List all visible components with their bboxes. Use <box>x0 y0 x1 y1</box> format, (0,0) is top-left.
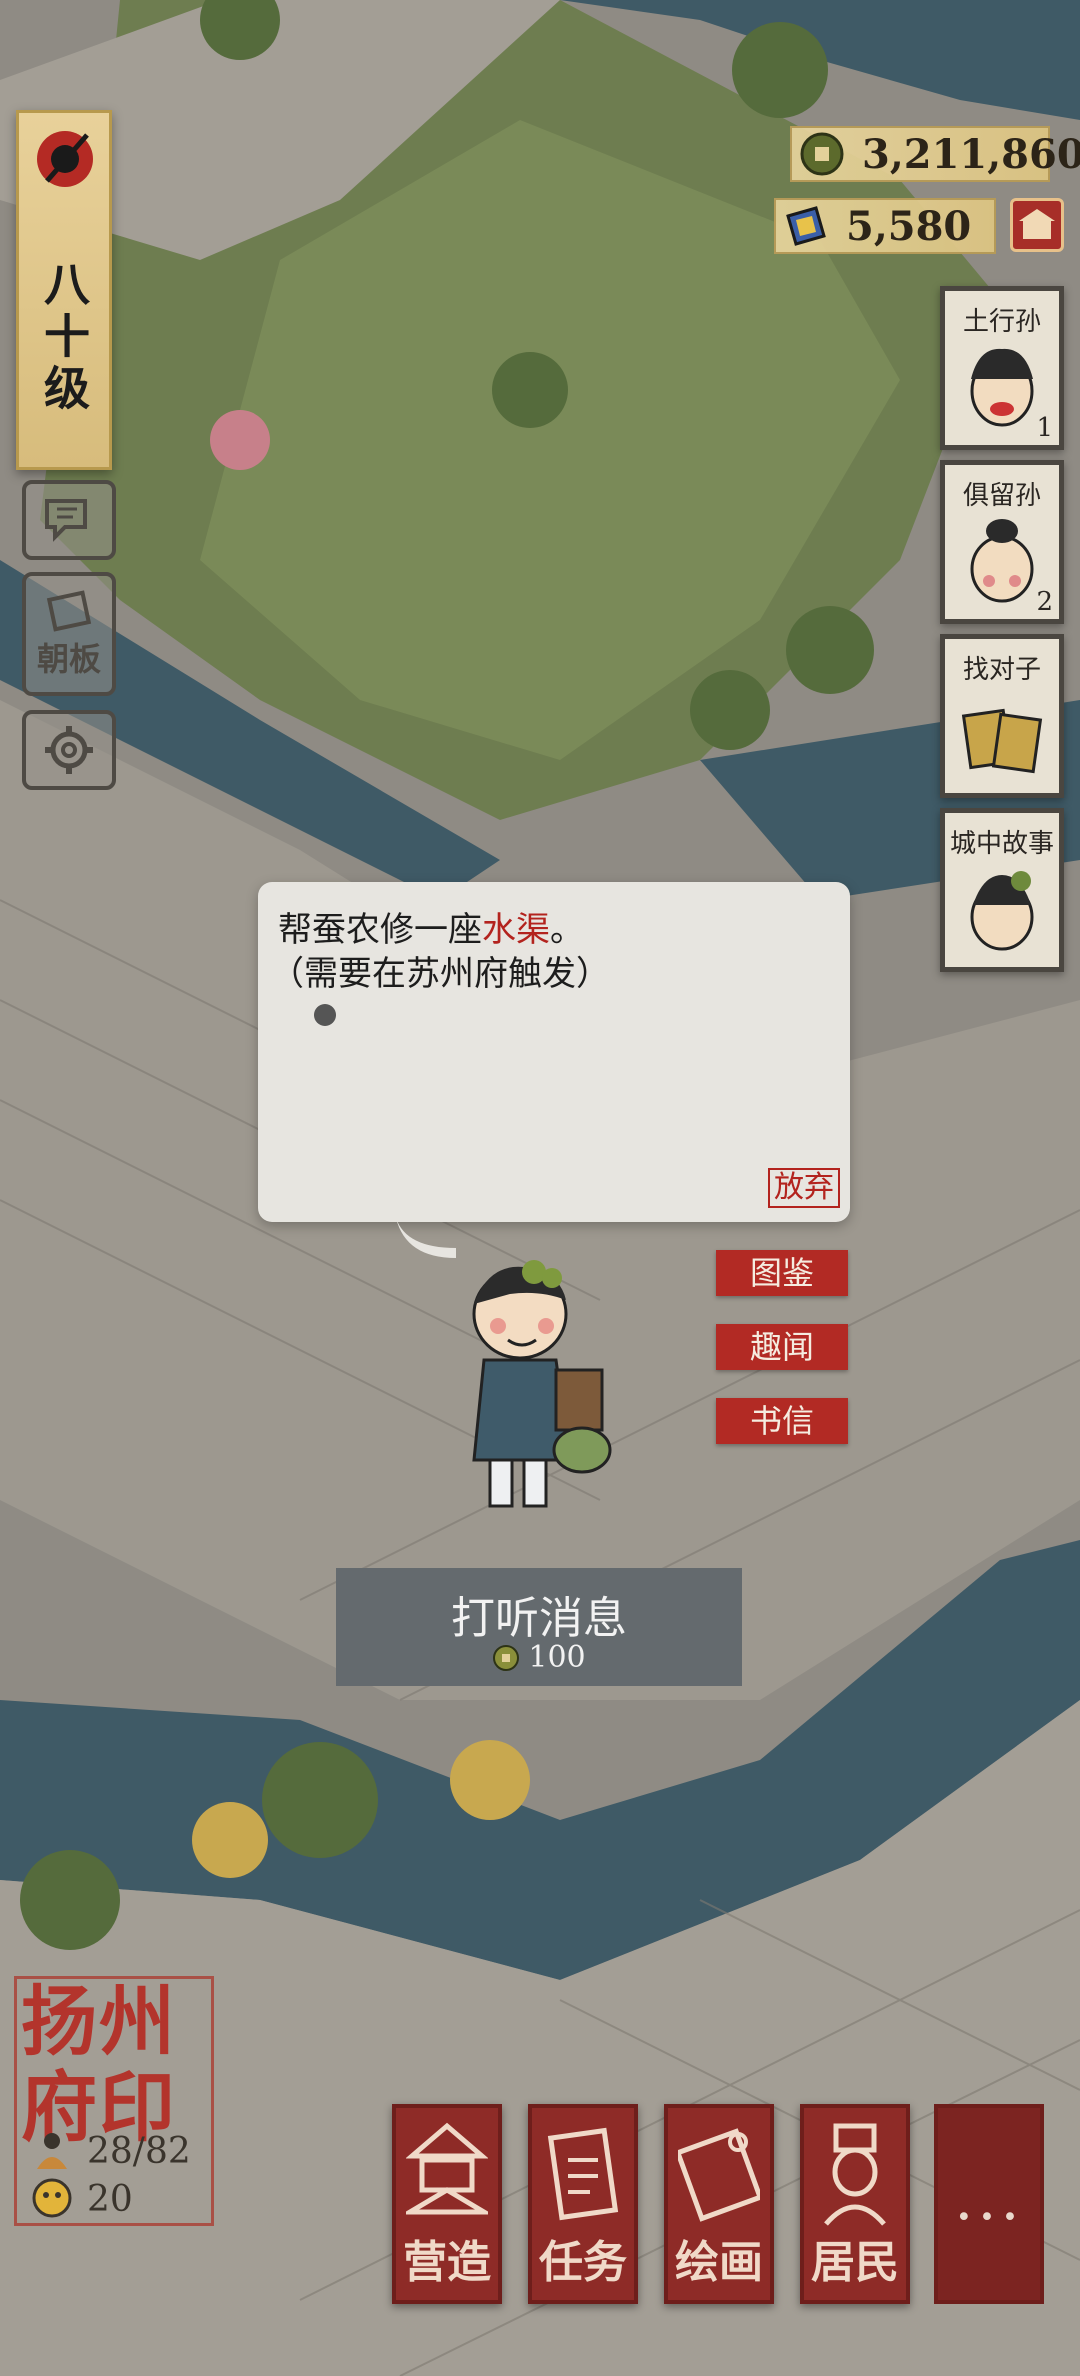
tasks-button[interactable]: 任务 <box>528 2104 638 2304</box>
ticket-icon <box>786 206 826 246</box>
inquire-label: 打听消息 <box>451 1593 627 1644</box>
character-name: 城中故事 <box>949 829 1054 859</box>
letters-button[interactable]: 书信 <box>716 1398 848 1444</box>
residents-label: 居民 <box>811 2237 899 2288</box>
residents-button[interactable]: 居民 <box>800 2104 910 2304</box>
scroll-icon <box>678 2128 760 2222</box>
copper-coin-counter: 3,211,860 <box>790 126 1080 182</box>
court-board-button[interactable]: 朝板 <box>22 572 116 696</box>
more-icon: ··· <box>954 2182 1024 2252</box>
character-name: 找对子 <box>962 655 1041 685</box>
book-icon <box>547 2127 619 2221</box>
player-level-banner[interactable]: 八十级 <box>16 110 112 470</box>
character-portrait-icon <box>970 871 1034 951</box>
painting-label: 绘画 <box>675 2237 763 2288</box>
character-count: 1 <box>1036 413 1053 443</box>
happiness-value: 20 <box>87 2179 133 2220</box>
character-card-juliusun[interactable]: 俱留孙 2 <box>940 460 1064 624</box>
build-button[interactable]: 营造 <box>392 2104 502 2304</box>
coin-icon <box>800 132 844 176</box>
coin-icon <box>493 1644 520 1671</box>
bullet-dot <box>314 1004 336 1026</box>
ticket-counter: 5,580 <box>774 198 996 254</box>
scholar-portrait-icon <box>824 2123 886 2226</box>
task-highlight: 水渠 <box>482 910 550 950</box>
more-button[interactable]: ··· <box>934 2104 1044 2304</box>
inquire-cost-value: 100 <box>528 1640 586 1675</box>
city-name-line1: 扬州 <box>21 1977 177 2066</box>
resident-icon <box>37 2133 67 2169</box>
gear-icon <box>45 726 93 774</box>
city-story-card[interactable]: 城中故事 <box>940 808 1064 972</box>
pagoda-icon <box>406 2122 488 2215</box>
chat-icon <box>45 499 87 542</box>
ticket-value: 5,580 <box>846 202 972 250</box>
tasks-label: 任务 <box>539 2237 627 2288</box>
board-icon <box>46 590 92 632</box>
anecdotes-button[interactable]: 趣闻 <box>716 1324 848 1370</box>
city-name: 扬州 府印 <box>21 1979 211 2151</box>
character-card-tuxingsun[interactable]: 土行孙 1 <box>940 286 1064 450</box>
shop-button[interactable] <box>1010 198 1064 252</box>
task-dialog: 帮蚕农修一座水渠。 （需要在苏州府触发） 放弃 <box>258 882 850 1222</box>
dialog-tail-icon <box>396 1218 456 1258</box>
inquire-cost: 100 <box>336 1640 742 1675</box>
face-icon <box>32 2178 72 2218</box>
character-name: 俱留孙 <box>962 481 1041 511</box>
court-board-label: 朝板 <box>36 640 101 678</box>
inquire-news-button[interactable]: 打听消息 100 <box>336 1568 742 1686</box>
character-name: 土行孙 <box>962 307 1041 337</box>
city-seal-panel[interactable]: 扬州 府印 28/82 20 <box>14 1976 214 2226</box>
task-text-end: 。 <box>550 910 584 950</box>
task-text: 帮蚕农修一座 <box>278 910 482 950</box>
scholar-character[interactable] <box>460 1260 630 1520</box>
task-requirement: （需要在苏州府触发） <box>270 954 610 994</box>
character-portrait-icon <box>970 519 1034 603</box>
character-portrait-icon <box>970 348 1034 427</box>
match-pairs-card[interactable]: 找对子 <box>940 634 1064 798</box>
painting-button[interactable]: 绘画 <box>664 2104 774 2304</box>
task-description: 帮蚕农修一座水渠。 <box>278 902 584 951</box>
build-label: 营造 <box>403 2237 491 2288</box>
cards-icon <box>961 708 1043 774</box>
copper-coin-value: 3,211,860 <box>862 130 1080 178</box>
shop-icon <box>1019 209 1055 239</box>
population-value: 28/82 <box>87 2131 191 2172</box>
chat-button[interactable] <box>22 480 116 560</box>
character-count: 2 <box>1036 587 1053 617</box>
level-label: 八十级 <box>37 260 91 416</box>
emblem-icon <box>37 131 93 187</box>
settings-button[interactable] <box>22 710 116 790</box>
catalog-button[interactable]: 图鉴 <box>716 1250 848 1296</box>
abandon-button[interactable]: 放弃 <box>768 1168 840 1208</box>
